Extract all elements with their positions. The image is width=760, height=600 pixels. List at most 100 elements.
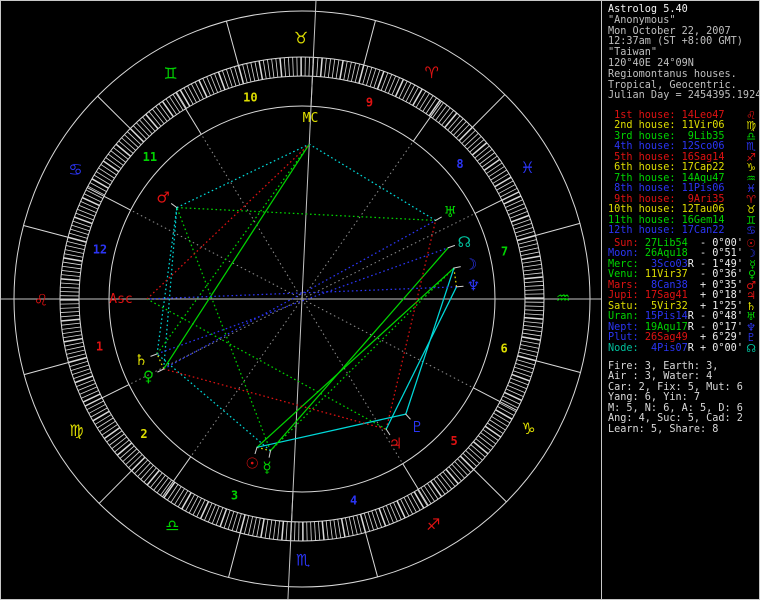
house-cusp-text: 7th house: 14Aqu47 xyxy=(608,172,725,184)
planet-label: Plut: xyxy=(608,332,645,344)
house-number-3: 3 xyxy=(231,489,238,503)
wheel-planet-glyph-mars: ♂ xyxy=(156,189,169,207)
wheel-planet-glyph-moon: ☽ xyxy=(464,256,477,274)
sign-glyph-cancer: ♋ xyxy=(68,160,82,179)
house-cusp-text: 8th house: 11Pis06 xyxy=(608,183,725,195)
aspect-conj-Sun-Merc xyxy=(256,446,271,452)
info-panel: Astrolog 5.40 "Anonymous" Mon October 22… xyxy=(601,1,760,599)
house-cusp-text: 4th house: 12Sco06 xyxy=(608,141,725,153)
house-number-8: 8 xyxy=(456,157,463,171)
aspect-opposition-Satu-Node xyxy=(156,247,449,355)
aspect-square-Venu-Jupi xyxy=(163,368,387,430)
house-cusp-text: 1st house: 14Leo47 xyxy=(608,110,725,121)
house-cusp-text: 5th house: 16Sag14 xyxy=(608,151,725,163)
astrolog-window: ☉ ☽ ☿ ♀ ♂ ♃ ♄ ♅ ♆ ♇ ☊ 1 2 3 4 5 6 7 8 9 10 11 12 ♈ ♉ ♊ ♋ ♌ ♍ ♎ ♏ ♐ ♑ ♒ ♓ As… xyxy=(0,0,760,600)
planet-position: 17Sag41 xyxy=(644,290,688,302)
planet-position: 26Aqu18 xyxy=(644,248,688,260)
house-cusp-text: 10th house: 12Tau06 xyxy=(608,204,725,216)
house-cusp-text: 2nd house: 11Vir06 xyxy=(608,120,725,132)
planet-label: Jupi: xyxy=(608,290,645,302)
axis-lines xyxy=(1,1,601,599)
house-sign-glyph: ♋ xyxy=(746,223,756,237)
sign-glyph-virgo: ♍ xyxy=(69,421,83,440)
house-number-12: 12 xyxy=(93,243,107,257)
planet-latitude: + 6°29' xyxy=(687,332,743,344)
house-number-11: 11 xyxy=(143,150,157,164)
planet-latitude: + 1°25' xyxy=(687,300,743,312)
sign-glyph-libra: ♎ xyxy=(165,516,179,535)
planet-position: 5Vir32 xyxy=(644,300,688,312)
planet-latitude: R - 0°17' xyxy=(687,321,743,333)
aspect-trine-Merc-Mars xyxy=(176,207,272,451)
house-number-9: 9 xyxy=(366,95,373,109)
aspect-conj-Moon-Nept xyxy=(453,267,458,287)
planet-position: 3Sco03 xyxy=(644,258,688,270)
aspect-trine-Venu-MC xyxy=(163,143,310,370)
aspect-conj-Venu-Satu xyxy=(156,353,165,370)
house-cusp-text: 3rd house: 9Lib35 xyxy=(608,130,725,142)
house-number-6: 6 xyxy=(500,341,507,355)
chart-julian-day: Julian Day = 2454395.1924 xyxy=(608,90,760,102)
house-cusp-text: 12th house: 17Can22 xyxy=(608,224,725,236)
house-number-1: 1 xyxy=(96,339,103,353)
aspect-sextile-Jupi-Nept xyxy=(385,286,458,430)
wheel-planet-glyph-satu: ♄ xyxy=(134,351,147,369)
wheel-planet-glyph-nept: ♆ xyxy=(467,277,480,295)
sign-glyph-taurus: ♉ xyxy=(294,29,308,48)
planet-latitude: R - 1°49' xyxy=(687,258,743,270)
chart-person-name: "Anonymous" xyxy=(608,14,676,26)
house-cusp-text: 9th house: 9Ari35 xyxy=(608,193,725,205)
sign-glyph-aries: ♈ xyxy=(424,63,438,82)
element-stats: Fire: 3, Earth: 3, Air : 3, Water: 4 Car: … xyxy=(608,361,756,435)
planet-position: 26Sag49 xyxy=(644,332,688,344)
wheel-planet-glyph-sun: ☉ xyxy=(245,455,258,473)
planet-label: Merc: xyxy=(608,258,645,270)
planet-position: 15Pis14 xyxy=(644,311,688,323)
wheel-planet-glyph-jupi: ♃ xyxy=(389,434,402,452)
house-cusp-text: 11th house: 16Gem14 xyxy=(608,214,725,226)
planet-label: Node: xyxy=(608,342,645,354)
aspect-sextile-Uran-MC xyxy=(308,143,436,221)
sign-glyph-aquarius: ♒ xyxy=(556,289,570,308)
planets-table: Sun: 27Lib54 - 0°00' ☉ Moon: 26Aqu18 - 0°5… xyxy=(608,238,756,355)
houses-table: 1st house: 14Leo47 ♌ 2nd house: 11Vir06 ♍ … xyxy=(608,110,756,237)
house-number-2: 2 xyxy=(140,427,147,441)
sign-glyph-capricorn: ♑ xyxy=(521,419,535,438)
angle-labels: Asc MC xyxy=(109,111,318,307)
sign-glyph-pisces: ♓ xyxy=(520,158,534,177)
house-number-4: 4 xyxy=(350,493,357,507)
mc-label: MC xyxy=(303,111,319,126)
planet-latitude: R + 0°00' xyxy=(687,342,743,354)
house-number-10: 10 xyxy=(243,91,257,105)
wheel-planet-glyph-node: ☊ xyxy=(458,233,471,251)
planet-position: 4Pis07 xyxy=(644,342,688,354)
planet-label: Mars: xyxy=(608,279,645,291)
planet-label: Moon: xyxy=(608,248,645,260)
planet-label: Sun: xyxy=(608,238,645,249)
planet-latitude: + 0°35' xyxy=(687,279,743,291)
stat-line: Learn: 5, Share: 8 xyxy=(608,423,719,435)
planet-latitude: + 0°18' xyxy=(687,290,743,302)
planet-glyph: ☊ xyxy=(746,341,756,355)
planet-latitude: - 0°00' xyxy=(687,238,743,249)
planet-label: Satu: xyxy=(608,300,645,312)
planet-glyphs: ☉ ☽ ☿ ♀ ♂ ♃ ♄ ♅ ♆ ♇ ☊ xyxy=(134,189,480,477)
sign-glyph-leo: ♌ xyxy=(34,290,48,309)
aspect-square-Asc-MC xyxy=(146,143,310,300)
sign-glyph-sagittarius: ♐ xyxy=(426,515,440,534)
planet-position: 8Can38 xyxy=(644,279,688,291)
chart-house-system: Regiomontanus houses. xyxy=(608,68,737,80)
house-number-7: 7 xyxy=(501,245,508,259)
planet-latitude: R - 0°48' xyxy=(687,311,743,323)
planet-label: Nept: xyxy=(608,321,645,333)
aspect-sextile-Merc-Satu xyxy=(156,353,271,452)
planet-label: Venu: xyxy=(608,269,645,281)
planet-latitude: - 0°51' xyxy=(687,248,743,260)
natal-chart-wheel: ☉☽☿♀♂♃♄♅♆♇☊123 456789101112♈♉♊♋♌♍♎♏♐♑♒♓As… xyxy=(1,1,601,599)
aspect-trine-Satu-MC xyxy=(156,143,310,355)
planet-latitude: - 0°36' xyxy=(687,269,743,281)
planet-position: 11Vir37 xyxy=(644,269,688,281)
sign-glyph-scorpio: ♏ xyxy=(296,550,310,569)
wheel-planet-glyph-merc: ☿ xyxy=(262,458,271,476)
planet-row: Node: 4Pis07R + 0°00' ☊ xyxy=(608,341,756,355)
